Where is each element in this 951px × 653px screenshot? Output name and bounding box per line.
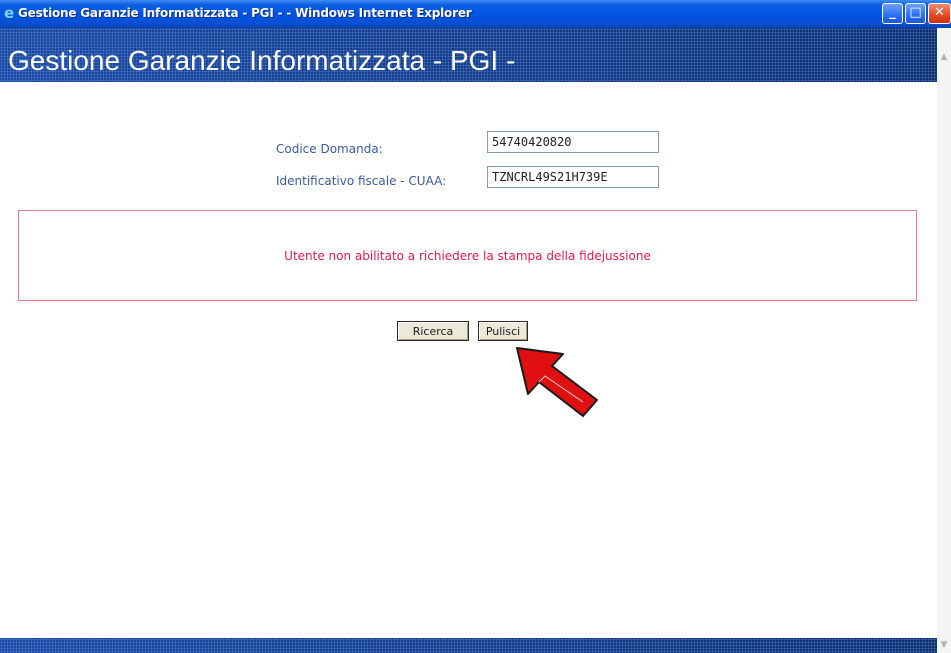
scroll-down-icon[interactable]: ▼ [937,638,951,652]
vertical-scrollbar[interactable]: ▲ ▼ [937,28,951,653]
codice-domanda-label: Codice Domanda: [276,142,383,156]
codice-domanda-input[interactable] [487,131,659,153]
maximize-button[interactable]: □ [905,3,926,24]
ricerca-button[interactable]: Ricerca [397,321,469,341]
error-message: Utente non abilitato a richiedere la sta… [284,249,651,263]
page-title: Gestione Garanzie Informatizzata - PGI - [8,45,516,76]
minimize-button[interactable]: _ [882,3,903,24]
scroll-up-icon[interactable]: ▲ [937,50,951,64]
window-title-bar[interactable]: e Gestione Garanzie Informatizzata - PGI… [0,0,951,28]
cuaa-input[interactable] [487,166,659,188]
close-button[interactable]: ✕ [928,3,951,24]
error-message-box: Utente non abilitato a richiedere la sta… [18,210,917,301]
cuaa-label: Identificativo fiscale - CUAA: [276,174,447,188]
red-arrow-annotation [516,347,598,417]
window-title: Gestione Garanzie Informatizzata - PGI -… [18,6,472,20]
pulisci-button[interactable]: Pulisci [478,321,528,341]
app-footer-band [0,638,937,653]
browser-window: e Gestione Garanzie Informatizzata - PGI… [0,0,951,653]
